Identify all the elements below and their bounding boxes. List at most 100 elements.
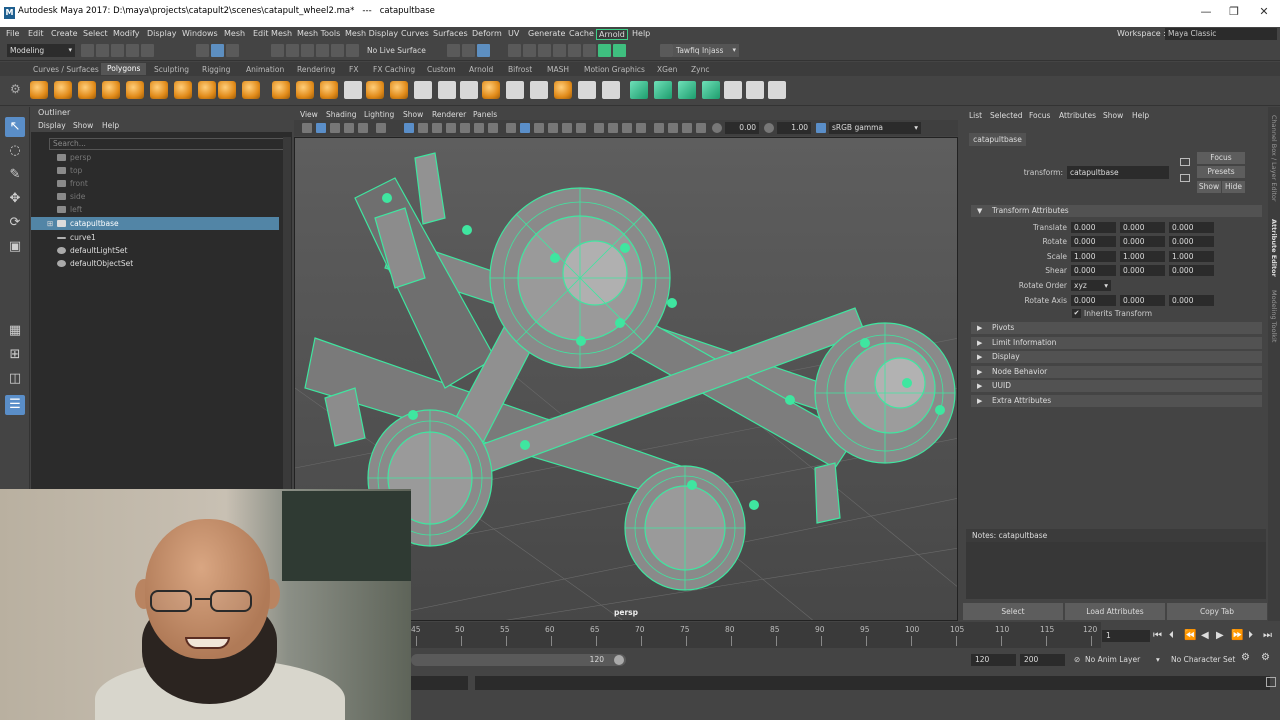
range-handle[interactable]: [614, 655, 624, 665]
transform-name-field[interactable]: catapultbase: [1067, 166, 1169, 179]
menu-help[interactable]: Help: [632, 29, 650, 38]
playback-end-field[interactable]: 120: [971, 654, 1016, 666]
outliner-item[interactable]: curve1: [31, 231, 279, 244]
separate-icon[interactable]: [296, 81, 314, 99]
resolution-gate-icon[interactable]: [432, 123, 442, 133]
textured-icon[interactable]: [548, 123, 558, 133]
smooth-shade-icon[interactable]: [520, 123, 530, 133]
menu-uv[interactable]: UV: [508, 29, 519, 38]
command-input[interactable]: [475, 676, 1270, 690]
translate-x-field[interactable]: 0.000: [1071, 222, 1116, 233]
color-space-dropdown[interactable]: sRGB gamma ▾: [829, 122, 921, 134]
snap-curve-icon[interactable]: [286, 44, 299, 57]
bevel-icon[interactable]: [438, 81, 456, 99]
gate-mask-icon[interactable]: [446, 123, 456, 133]
gamma-field[interactable]: 1.00: [777, 122, 811, 134]
shelf-tab-zync[interactable]: Zync: [691, 65, 709, 74]
section-node-behavior[interactable]: ▶ Node Behavior: [971, 366, 1262, 378]
redo-icon[interactable]: [141, 44, 154, 57]
combine-icon[interactable]: [272, 81, 290, 99]
scale-tool-icon[interactable]: ▣: [5, 237, 25, 257]
exposure-field[interactable]: 0.00: [725, 122, 759, 134]
multi-cut-icon[interactable]: [506, 81, 524, 99]
play-forwards-icon[interactable]: ▶: [1216, 630, 1224, 641]
outliner-menu-show[interactable]: Show: [73, 121, 93, 130]
shelf-tab-mash[interactable]: MASH: [547, 65, 569, 74]
render-settings-icon[interactable]: [523, 44, 536, 57]
xray-components-icon[interactable]: [696, 123, 706, 133]
poly-disc-icon[interactable]: [174, 81, 192, 99]
select-component-icon[interactable]: [226, 44, 239, 57]
camera-attributes-icon[interactable]: [316, 123, 326, 133]
ae-menu-show[interactable]: Show: [1103, 111, 1123, 120]
shelf-tab-custom[interactable]: Custom: [427, 65, 456, 74]
select-object-icon[interactable]: [211, 44, 224, 57]
menu-file[interactable]: File: [6, 29, 19, 38]
isolate-select-icon[interactable]: [654, 123, 664, 133]
poly-sphere-icon[interactable]: [30, 81, 48, 99]
step-back-frame-icon[interactable]: ⏴: [1169, 630, 1174, 641]
render-icon[interactable]: [477, 44, 490, 57]
time-slider[interactable]: 45 50 55 60 65 70 75 80 85 90 95 100 105…: [411, 622, 1280, 648]
shelf-tab-curves-surfaces[interactable]: Curves / Surfaces: [33, 65, 99, 74]
menu-windows[interactable]: Windows: [182, 29, 218, 38]
use-all-lights-icon[interactable]: [562, 123, 572, 133]
merge-icon[interactable]: [554, 81, 572, 99]
viewport-menu-view[interactable]: View: [300, 110, 318, 119]
shelf-options-icon[interactable]: ⚙: [10, 82, 21, 96]
ae-menu-attributes[interactable]: Attributes: [1059, 111, 1096, 120]
ipr-render-icon[interactable]: [508, 44, 521, 57]
ae-menu-selected[interactable]: Selected: [990, 111, 1023, 120]
ae-menu-focus[interactable]: Focus: [1029, 111, 1050, 120]
wireframe-on-shaded-icon[interactable]: [534, 123, 544, 133]
rotate-x-field[interactable]: 0.000: [1071, 236, 1116, 247]
menu-surfaces[interactable]: Surfaces: [433, 29, 468, 38]
move-tool-icon[interactable]: ✥: [5, 189, 25, 209]
lasso-tool-icon[interactable]: ◌: [5, 141, 25, 161]
presets-button[interactable]: Presets: [1197, 166, 1245, 178]
section-limit-information[interactable]: ▶ Limit Information: [971, 337, 1262, 349]
inherits-transform-checkbox[interactable]: ✔: [1072, 309, 1081, 318]
outliner-item[interactable]: persp: [31, 151, 279, 164]
extrude-icon[interactable]: [390, 81, 408, 99]
section-uuid[interactable]: ▶ UUID: [971, 380, 1262, 392]
wheel-front-right[interactable]: [814, 322, 956, 464]
menu-set-dropdown[interactable]: Modeling ▾: [7, 44, 75, 57]
grid-icon[interactable]: [404, 123, 414, 133]
open-scene-icon[interactable]: [96, 44, 109, 57]
notes-textarea[interactable]: [966, 542, 1266, 599]
minimize-icon[interactable]: —: [1192, 5, 1220, 18]
outliner-menu-help[interactable]: Help: [102, 121, 119, 130]
shear-x-field[interactable]: 0.000: [1071, 265, 1116, 276]
menu-select[interactable]: Select: [83, 29, 108, 38]
viewport-menu-show[interactable]: Show: [403, 110, 423, 119]
shelf-tab-polygons[interactable]: Polygons: [101, 63, 147, 75]
render-view-icon[interactable]: [553, 44, 566, 57]
menu-edit-mesh[interactable]: Edit Mesh: [253, 29, 292, 38]
outliner-scrollbar[interactable]: [283, 137, 291, 489]
field-chart-icon[interactable]: [460, 123, 470, 133]
shelf-tab-bifrost[interactable]: Bifrost: [508, 65, 532, 74]
step-back-key-icon[interactable]: ⏪: [1184, 630, 1196, 641]
outliner-item-selected[interactable]: ⊞ catapultbase: [31, 217, 279, 230]
character-key-icon[interactable]: ⚙: [1241, 652, 1250, 663]
menu-create[interactable]: Create: [51, 29, 78, 38]
four-view-layout-icon[interactable]: ⊞: [5, 345, 25, 365]
poly-text-icon[interactable]: [218, 81, 236, 99]
smooth-icon[interactable]: [344, 81, 362, 99]
preferences-icon[interactable]: ⚙: [1261, 652, 1270, 663]
load-node-icon[interactable]: [1180, 158, 1190, 166]
safe-title-icon[interactable]: [488, 123, 498, 133]
outliner-item[interactable]: front: [31, 177, 279, 190]
user-account-dropdown[interactable]: Tawfiq Injass ▾: [673, 44, 739, 57]
menu-deform[interactable]: Deform: [472, 29, 502, 38]
image-plane-icon[interactable]: [344, 123, 354, 133]
spherical-uv-icon[interactable]: [678, 81, 696, 99]
script-editor-icon[interactable]: [1266, 677, 1276, 687]
menu-display[interactable]: Display: [147, 29, 177, 38]
cylindrical-uv-icon[interactable]: [654, 81, 672, 99]
arnold-render-icon[interactable]: [568, 44, 581, 57]
translate-z-field[interactable]: 0.000: [1169, 222, 1214, 233]
depth-of-field-icon[interactable]: [636, 123, 646, 133]
menu-curves[interactable]: Curves: [401, 29, 429, 38]
